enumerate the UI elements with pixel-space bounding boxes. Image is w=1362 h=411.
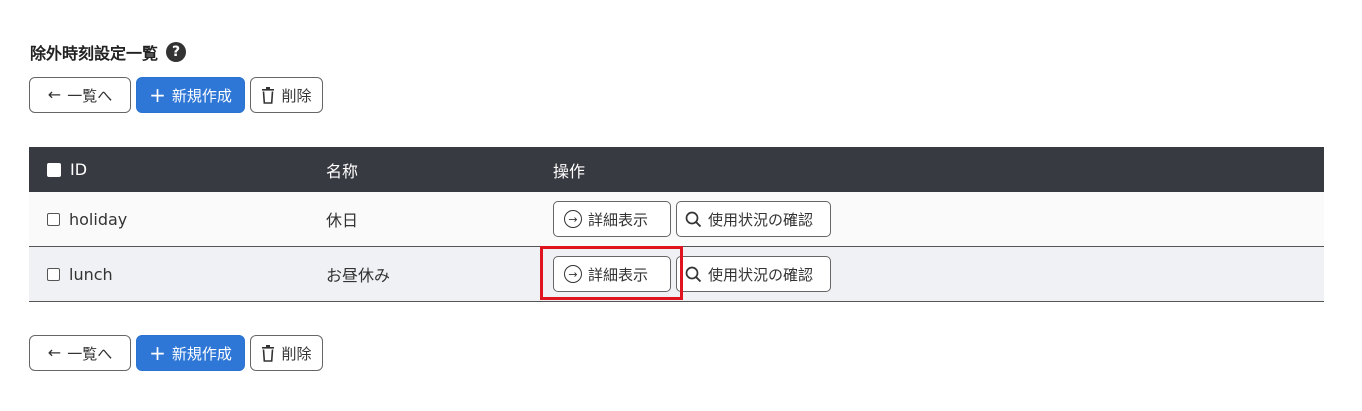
back-to-list-button[interactable]: ← 一覧へ xyxy=(29,335,131,371)
trash-icon xyxy=(262,86,275,104)
plus-icon: + xyxy=(149,83,166,107)
search-icon xyxy=(685,211,702,227)
detail-button-label: 詳細表示 xyxy=(588,265,649,284)
detail-button[interactable]: → 詳細表示 xyxy=(553,201,671,237)
back-to-list-label: 一覧へ xyxy=(67,344,113,363)
new-button-label: 新規作成 xyxy=(171,344,232,363)
plus-icon: + xyxy=(149,341,166,365)
row-operations: → 詳細表示 使用状況の確認 xyxy=(553,256,1324,292)
new-button[interactable]: + 新規作成 xyxy=(136,77,245,113)
usage-check-button[interactable]: 使用状況の確認 xyxy=(676,201,831,237)
delete-button[interactable]: 削除 xyxy=(250,77,323,113)
new-button-label: 新規作成 xyxy=(171,86,232,105)
row-checkbox[interactable] xyxy=(47,267,60,281)
column-header-id: ID xyxy=(70,160,88,179)
detail-button[interactable]: → 詳細表示 xyxy=(553,256,671,292)
row-name: 休日 xyxy=(326,211,359,230)
column-header-name: 名称 xyxy=(326,161,359,181)
arrow-right-circle-icon: → xyxy=(564,210,582,228)
arrow-right-circle-icon: → xyxy=(564,265,582,283)
back-to-list-button[interactable]: ← 一覧へ xyxy=(29,77,131,113)
delete-button-label: 削除 xyxy=(281,86,312,105)
trash-icon xyxy=(262,344,275,362)
delete-button-label: 削除 xyxy=(281,344,312,363)
arrow-left-icon: ← xyxy=(47,85,62,104)
usage-check-button[interactable]: 使用状況の確認 xyxy=(676,256,831,292)
detail-button-label: 詳細表示 xyxy=(588,210,649,229)
exclusion-time-table: ID 名称 操作 holiday 休日 → 詳細表示 使用状況の確認 lunch… xyxy=(29,147,1324,302)
table-row: lunch お昼休み → 詳細表示 使用状況の確認 xyxy=(29,247,1324,302)
header-id-cell: ID xyxy=(29,160,326,179)
table-row: holiday 休日 → 詳細表示 使用状況の確認 xyxy=(29,192,1324,247)
new-button[interactable]: + 新規作成 xyxy=(136,335,245,371)
arrow-left-icon: ← xyxy=(47,343,62,362)
row-name: お昼休み xyxy=(326,266,391,285)
row-id-cell: lunch xyxy=(29,265,326,284)
row-id: holiday xyxy=(69,209,128,229)
search-icon xyxy=(685,266,702,282)
help-icon[interactable]: ? xyxy=(166,42,187,62)
row-id-cell: holiday xyxy=(29,210,326,229)
delete-button[interactable]: 削除 xyxy=(250,335,323,371)
bottom-toolbar: ← 一覧へ + 新規作成 削除 xyxy=(29,335,323,371)
usage-check-label: 使用状況の確認 xyxy=(708,265,814,284)
page-title: 除外時刻設定一覧 xyxy=(30,44,159,63)
table-header: ID 名称 操作 xyxy=(29,147,1324,192)
page-header: 除外時刻設定一覧 ? xyxy=(30,40,187,64)
row-operations: → 詳細表示 使用状況の確認 xyxy=(553,201,1324,237)
top-toolbar: ← 一覧へ + 新規作成 削除 xyxy=(29,77,323,113)
usage-check-label: 使用状況の確認 xyxy=(708,210,814,229)
select-all-checkbox[interactable] xyxy=(47,162,61,177)
column-header-operations: 操作 xyxy=(553,161,586,181)
row-checkbox[interactable] xyxy=(47,212,60,226)
row-id: lunch xyxy=(69,264,113,284)
back-to-list-label: 一覧へ xyxy=(67,86,113,105)
